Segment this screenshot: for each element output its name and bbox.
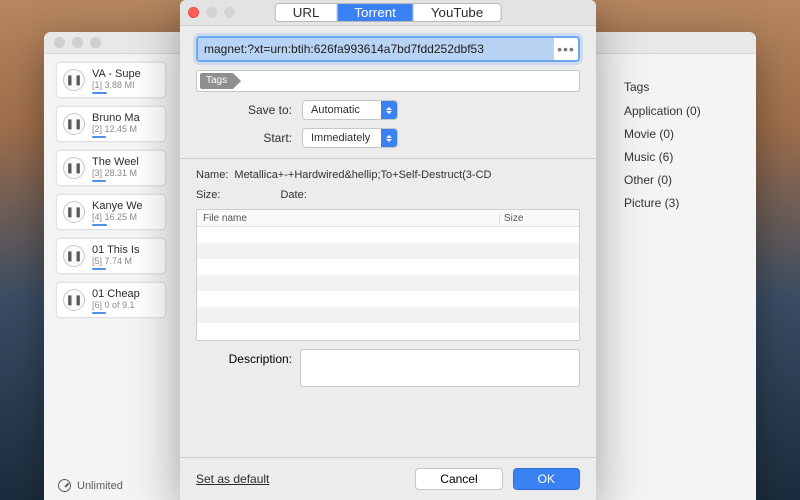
save-to-label: Save to: — [196, 103, 292, 117]
date-label: Date: — [280, 189, 306, 201]
pause-icon[interactable]: ❚❚ — [63, 201, 85, 223]
tab-url[interactable]: URL — [276, 4, 337, 21]
save-to-select[interactable]: Automatic — [302, 100, 398, 120]
table-row — [197, 291, 579, 307]
progress-bar — [92, 268, 106, 270]
tag-item[interactable]: Music (6) — [624, 150, 742, 164]
chevron-updown-icon — [381, 129, 397, 147]
download-sub: [4] 16.25 M — [92, 212, 143, 222]
table-row — [197, 227, 579, 243]
download-card[interactable]: ❚❚ Kanye We[4] 16.25 M — [56, 194, 166, 230]
chevron-updown-icon — [381, 101, 397, 119]
tags-chip: Tags — [200, 73, 233, 89]
pause-icon[interactable]: ❚❚ — [63, 113, 85, 135]
ok-button[interactable]: OK — [513, 468, 580, 490]
source-tabs: URL Torrent YouTube — [275, 3, 502, 22]
download-title: Bruno Ma — [92, 112, 140, 124]
download-sub: [1] 3.88 MI — [92, 80, 141, 90]
start-value: Immediately — [303, 132, 381, 144]
start-select[interactable]: Immediately — [302, 128, 398, 148]
url-input[interactable] — [198, 38, 554, 60]
speed-gauge-icon — [58, 479, 71, 492]
download-card[interactable]: ❚❚ 01 This Is[5] 7.74 M — [56, 238, 166, 274]
pause-icon[interactable]: ❚❚ — [63, 69, 85, 91]
file-list-table: File name Size — [196, 209, 580, 341]
description-input[interactable] — [300, 349, 580, 387]
col-size[interactable]: Size — [499, 213, 579, 224]
tags-input[interactable]: Tags — [196, 70, 580, 92]
download-title: VA - Supe — [92, 68, 141, 80]
status-bar: Unlimited — [58, 479, 123, 492]
name-label: Name: — [196, 169, 228, 181]
table-row — [197, 243, 579, 259]
status-text: Unlimited — [77, 480, 123, 492]
tab-youtube[interactable]: YouTube — [413, 4, 500, 21]
download-title: 01 Cheap — [92, 288, 140, 300]
close-icon[interactable] — [188, 7, 199, 18]
traffic-close-icon[interactable] — [54, 37, 65, 48]
description-label: Description: — [196, 349, 292, 366]
col-file-name[interactable]: File name — [197, 213, 499, 224]
progress-bar — [92, 224, 107, 226]
progress-bar — [92, 92, 107, 94]
tags-sidebar: Tags Application (0) Movie (0) Music (6) Ot… — [624, 80, 742, 219]
url-more-button[interactable]: ••• — [554, 41, 578, 57]
traffic-min-icon[interactable] — [72, 37, 83, 48]
add-download-sheet: URL Torrent YouTube ••• Tags Save to: Au… — [180, 0, 596, 500]
progress-bar — [92, 180, 106, 182]
save-to-value: Automatic — [303, 104, 381, 116]
tag-item[interactable]: Application (0) — [624, 104, 742, 118]
tag-item[interactable]: Other (0) — [624, 173, 742, 187]
zoom-icon — [224, 7, 235, 18]
table-row — [197, 259, 579, 275]
tags-header: Tags — [624, 80, 742, 94]
traffic-max-icon[interactable] — [90, 37, 101, 48]
table-row — [197, 275, 579, 291]
download-sub: [2] 12.45 M — [92, 124, 140, 134]
download-sub: [6] 0 of 9.1 — [92, 300, 140, 310]
progress-bar — [92, 136, 106, 138]
downloads-list: ❚❚ VA - Supe[1] 3.88 MI ❚❚ Bruno Ma[2] 12.4… — [44, 54, 170, 500]
pause-icon[interactable]: ❚❚ — [63, 245, 85, 267]
sheet-titlebar: URL Torrent YouTube — [180, 0, 596, 26]
download-sub: [3] 28.31 M — [92, 168, 139, 178]
size-label: Size: — [196, 189, 220, 201]
download-card[interactable]: ❚❚ Bruno Ma[2] 12.45 M — [56, 106, 166, 142]
table-row — [197, 323, 579, 339]
progress-bar — [92, 312, 106, 314]
table-row — [197, 307, 579, 323]
tag-item[interactable]: Movie (0) — [624, 127, 742, 141]
divider — [180, 158, 596, 159]
start-label: Start: — [196, 131, 292, 145]
download-card[interactable]: ❚❚ The Weel[3] 28.31 M — [56, 150, 166, 186]
url-field-wrapper: ••• — [196, 36, 580, 62]
download-title: 01 This Is — [92, 244, 140, 256]
name-value: Metallica+-+Hardwired&hellip;To+Self-Des… — [234, 169, 491, 181]
download-title: The Weel — [92, 156, 139, 168]
minimize-icon — [206, 7, 217, 18]
file-list-body — [197, 227, 579, 340]
download-card[interactable]: ❚❚ 01 Cheap[6] 0 of 9.1 — [56, 282, 166, 318]
tab-torrent[interactable]: Torrent — [336, 4, 412, 21]
set-default-link[interactable]: Set as default — [196, 472, 269, 486]
download-title: Kanye We — [92, 200, 143, 212]
tag-item[interactable]: Picture (3) — [624, 196, 742, 210]
download-card[interactable]: ❚❚ VA - Supe[1] 3.88 MI — [56, 62, 166, 98]
pause-icon[interactable]: ❚❚ — [63, 289, 85, 311]
pause-icon[interactable]: ❚❚ — [63, 157, 85, 179]
cancel-button[interactable]: Cancel — [415, 468, 502, 490]
sheet-footer: Set as default Cancel OK — [180, 457, 596, 500]
download-sub: [5] 7.74 M — [92, 256, 140, 266]
